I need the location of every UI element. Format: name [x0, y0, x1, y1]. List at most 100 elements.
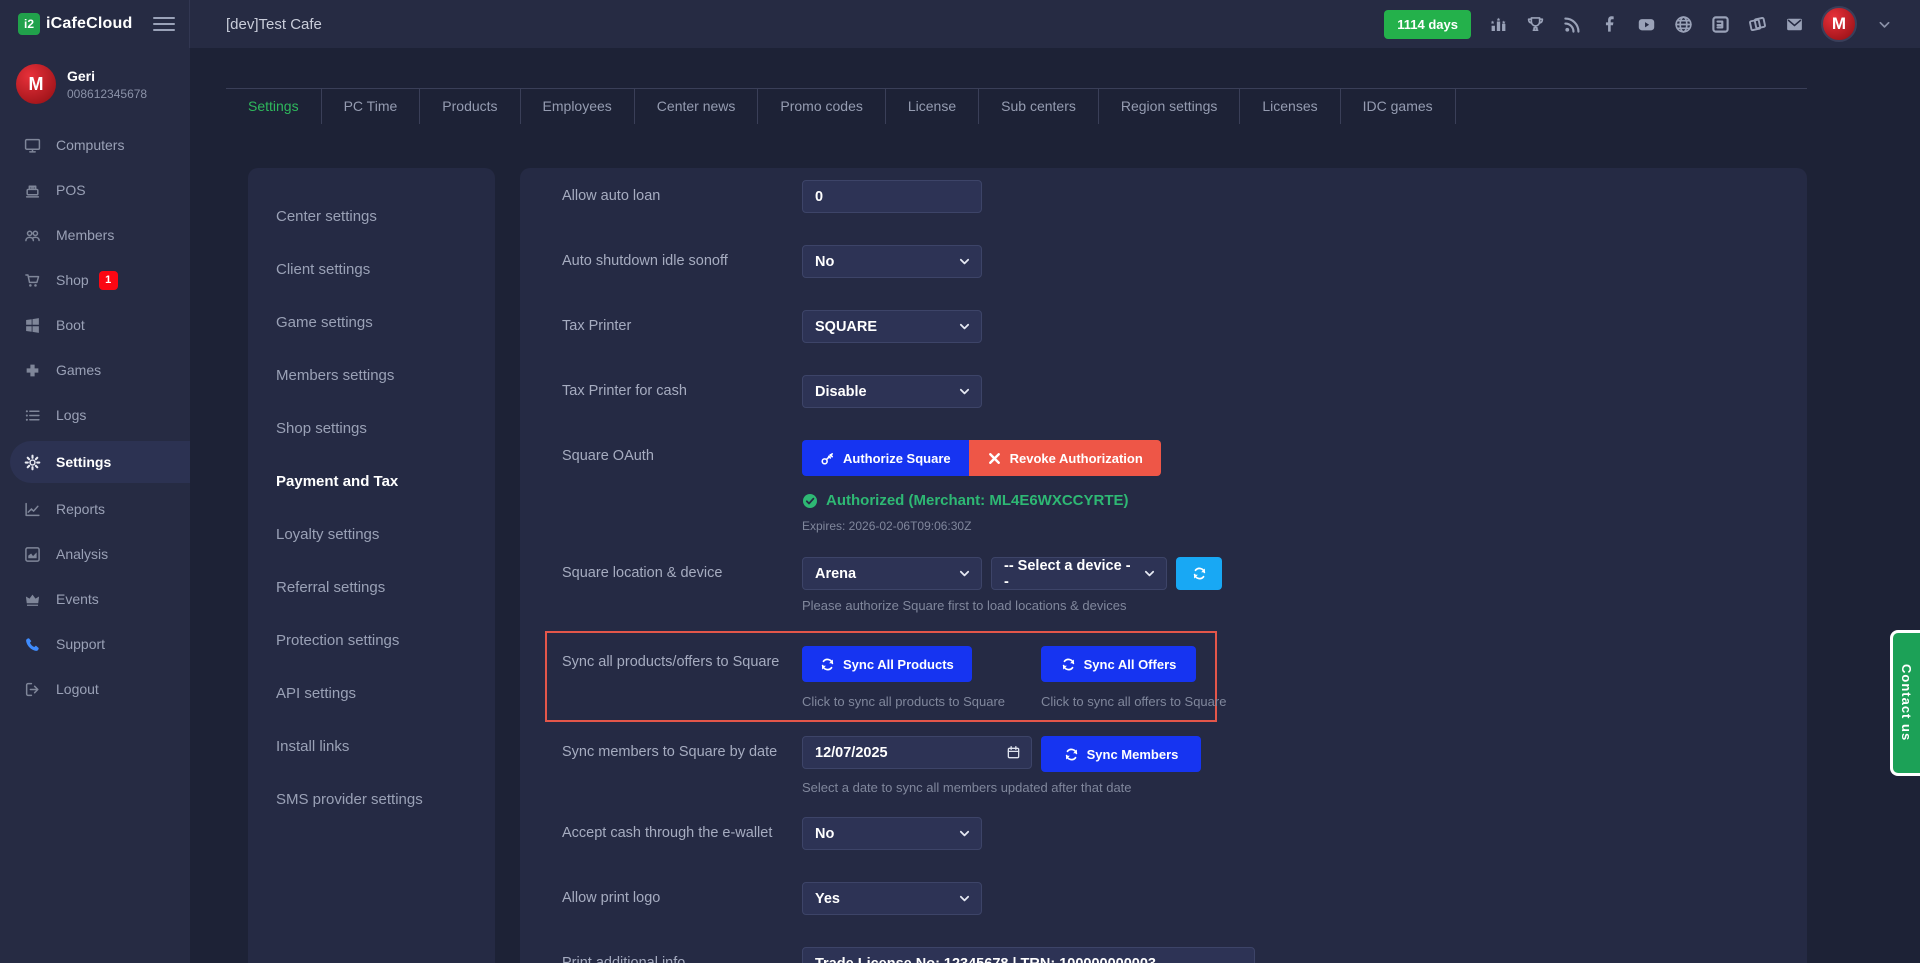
tab-center-news[interactable]: Center news — [635, 89, 759, 124]
tab-employees[interactable]: Employees — [521, 89, 635, 124]
brand-name: iCafeCloud — [46, 15, 132, 33]
trophy-icon[interactable] — [1525, 14, 1545, 34]
chevron-down-icon — [958, 567, 971, 580]
auto-shutdown-select[interactable]: No — [802, 245, 982, 278]
topbar-actions: 1114 days — [1384, 6, 1920, 42]
menu-item-referral-settings[interactable]: Referral settings — [248, 579, 495, 596]
menu-item-protection-settings[interactable]: Protection settings — [248, 632, 495, 649]
menu-item-center-settings[interactable]: Center settings — [248, 208, 495, 225]
tab-products[interactable]: Products — [420, 89, 520, 124]
youtube-icon[interactable] — [1636, 14, 1656, 34]
sidebar-user-name: Geri — [67, 68, 147, 84]
sidebar-toggle-icon[interactable] — [153, 13, 175, 35]
layers-icon[interactable] — [1747, 14, 1767, 34]
print-additional-info-input[interactable] — [802, 947, 1255, 963]
user-avatar[interactable]: M — [1821, 6, 1857, 42]
sync-offers-group: Sync All Offers Click to sync all offers… — [1041, 646, 1280, 709]
check-circle-icon — [802, 493, 818, 509]
row-auto-shutdown: Auto shutdown idle sonoff No — [562, 245, 1777, 278]
tab-settings[interactable]: Settings — [226, 89, 322, 124]
crown-icon — [24, 591, 41, 608]
tab-pc-time[interactable]: PC Time — [322, 89, 421, 124]
sync-icon — [820, 657, 835, 672]
line-chart-icon — [24, 501, 41, 518]
ranking-icon[interactable] — [1488, 14, 1508, 34]
rss-icon[interactable] — [1562, 14, 1582, 34]
settings-menu-panel: Center settings Client settings Game set… — [248, 168, 495, 963]
chevron-down-icon — [1143, 567, 1156, 580]
key-icon — [820, 451, 835, 466]
menu-item-api-settings[interactable]: API settings — [248, 685, 495, 702]
square-location-select[interactable]: Arena — [802, 557, 982, 590]
sidebar-item-games[interactable]: Games — [0, 351, 190, 389]
sidebar-item-settings[interactable]: Settings — [10, 441, 190, 483]
gear-icon — [24, 454, 41, 471]
menu-item-sms-provider-settings[interactable]: SMS provider settings — [248, 791, 495, 808]
avatar-chevron-down-icon[interactable] — [1874, 14, 1894, 34]
sync-icon — [1061, 657, 1076, 672]
print-logo-select[interactable]: Yes — [802, 882, 982, 915]
sidebar-user-id: 008612345678 — [67, 87, 147, 101]
sync-offers-helper: Click to sync all offers to Square — [1041, 694, 1280, 709]
sync-members-button[interactable]: Sync Members — [1041, 736, 1201, 772]
sidebar-user-block[interactable]: M Geri 008612345678 — [0, 48, 190, 118]
menu-item-game-settings[interactable]: Game settings — [248, 314, 495, 331]
menu-item-loyalty-settings[interactable]: Loyalty settings — [248, 526, 495, 543]
revoke-authorization-button[interactable]: Revoke Authorization — [969, 440, 1161, 476]
sidebar-item-logout[interactable]: Logout — [0, 670, 190, 708]
sync-all-offers-button[interactable]: Sync All Offers — [1041, 646, 1196, 682]
globe-icon[interactable] — [1673, 14, 1693, 34]
authorize-square-button[interactable]: Authorize Square — [802, 440, 969, 476]
brand-zone: i2 iCafeCloud — [0, 0, 190, 48]
tax-printer-cash-select[interactable]: Disable — [802, 375, 982, 408]
panels-row: Center settings Client settings Game set… — [248, 168, 1807, 963]
shop-badge: 1 — [99, 271, 118, 290]
sidebar-item-support[interactable]: Support — [0, 625, 190, 663]
tab-idc-games[interactable]: IDC games — [1341, 89, 1456, 124]
menu-item-members-settings[interactable]: Members settings — [248, 367, 495, 384]
sidebar-item-analysis[interactable]: Analysis — [0, 535, 190, 573]
sidebar-item-members[interactable]: Members — [0, 216, 190, 254]
row-sync-members: Sync members to Square by date 12/07/202… — [562, 736, 1777, 795]
chevron-down-icon — [958, 827, 971, 840]
sidebar-item-boot[interactable]: Boot — [0, 306, 190, 344]
logout-icon — [24, 681, 41, 698]
tab-promo-codes[interactable]: Promo codes — [758, 89, 885, 124]
contact-us-button[interactable]: Contact us — [1890, 630, 1920, 776]
sync-members-date-input[interactable]: 12/07/2025 — [802, 736, 1032, 769]
sidebar-item-logs[interactable]: Logs — [0, 396, 190, 434]
tab-license[interactable]: License — [886, 89, 979, 124]
sync-all-products-button[interactable]: Sync All Products — [802, 646, 972, 682]
page-title: [dev]Test Cafe — [226, 16, 322, 33]
members-icon — [24, 227, 41, 244]
accept-cash-select[interactable]: No — [802, 817, 982, 850]
sidebar-item-reports[interactable]: Reports — [0, 490, 190, 528]
facebook-icon[interactable] — [1599, 14, 1619, 34]
x-icon — [987, 451, 1002, 466]
tab-sub-centers[interactable]: Sub centers — [979, 89, 1099, 124]
sidebar-item-shop[interactable]: Shop 1 — [0, 261, 190, 299]
days-remaining-badge[interactable]: 1114 days — [1384, 10, 1471, 39]
sidebar-item-computers[interactable]: Computers — [0, 126, 190, 164]
sidebar-item-events[interactable]: Events — [0, 580, 190, 618]
row-tax-printer: Tax Printer SQUARE — [562, 310, 1777, 343]
sidebar-user-avatar: M — [16, 64, 56, 104]
allow-auto-loan-input[interactable] — [802, 180, 982, 213]
sync-products-helper: Click to sync all products to Square — [802, 694, 1041, 709]
square-device-select[interactable]: -- Select a device -- — [991, 557, 1167, 590]
payment-tax-form: Allow auto loan Auto shutdown idle sonof… — [520, 168, 1807, 963]
location-helper-text: Please authorize Square first to load lo… — [802, 598, 1222, 613]
sidebar-item-pos[interactable]: POS — [0, 171, 190, 209]
tab-licenses[interactable]: Licenses — [1240, 89, 1340, 124]
monitor-icon — [24, 137, 41, 154]
menu-item-payment-and-tax[interactable]: Payment and Tax — [248, 473, 495, 490]
menu-item-install-links[interactable]: Install links — [248, 738, 495, 755]
tab-region-settings[interactable]: Region settings — [1099, 89, 1241, 124]
reload-locations-button[interactable] — [1176, 557, 1222, 590]
icafe-logo-icon[interactable] — [1710, 14, 1730, 34]
chevron-down-icon — [958, 892, 971, 905]
tax-printer-select[interactable]: SQUARE — [802, 310, 982, 343]
mail-icon[interactable] — [1784, 14, 1804, 34]
menu-item-shop-settings[interactable]: Shop settings — [248, 420, 495, 437]
menu-item-client-settings[interactable]: Client settings — [248, 261, 495, 278]
